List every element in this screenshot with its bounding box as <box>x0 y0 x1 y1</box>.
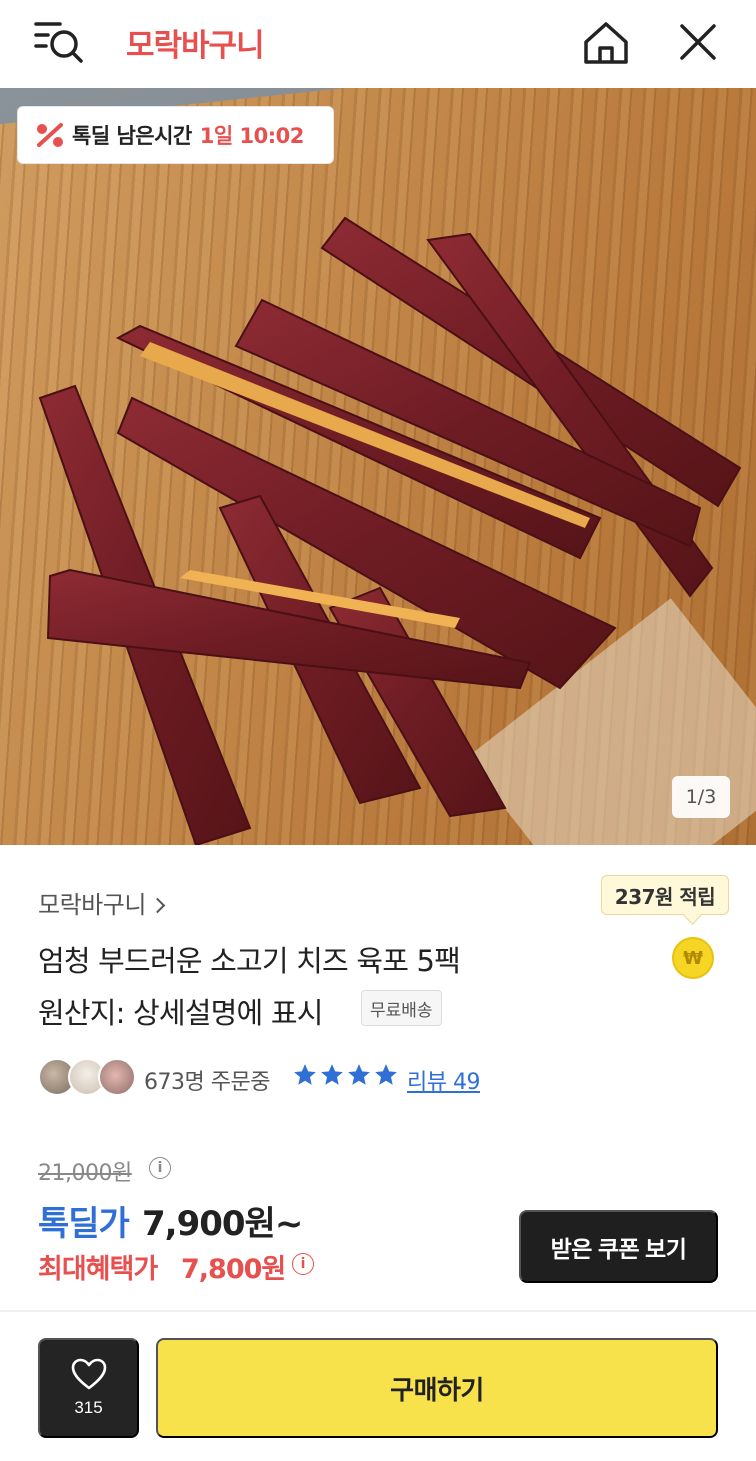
search-menu-icon[interactable] <box>30 18 86 68</box>
star-icon <box>348 1064 370 1085</box>
star-icon <box>321 1064 343 1085</box>
top-header: 모락바구니 <box>0 0 756 88</box>
home-icon[interactable] <box>582 20 630 66</box>
star-icon <box>375 1064 397 1085</box>
seller-link[interactable]: 모락바구니 <box>38 885 166 920</box>
deal-timer-label: 톡딜 남은시간 <box>72 124 192 148</box>
coin-icon: ₩ <box>672 937 714 979</box>
buyer-avatars <box>38 1058 138 1098</box>
info-icon: i <box>292 1253 314 1275</box>
product-image-carousel[interactable]: 1/3 <box>0 88 756 845</box>
deal-price: 7,900원~ <box>142 1204 303 1244</box>
seller-name: 모락바구니 <box>38 891 146 919</box>
info-icon: i <box>149 1157 171 1179</box>
jerky-image <box>38 216 742 845</box>
divider <box>0 1310 756 1312</box>
rating-stars <box>292 1062 400 1088</box>
buy-button[interactable]: 구매하기 <box>156 1338 718 1438</box>
deal-timer-badge: 톡딜 남은시간 1일 10:02 <box>17 106 334 164</box>
star-icon <box>294 1064 316 1085</box>
points-reward-tag: 237원 적립 <box>601 875 729 915</box>
image-page-indicator: 1/3 <box>672 776 730 818</box>
review-link[interactable]: 리뷰 49 <box>407 1064 480 1096</box>
deal-price-label: 톡딜가 <box>38 1204 130 1244</box>
percent-deal-icon <box>37 123 63 147</box>
product-origin: 원산지: 상세설명에 표시 <box>38 996 323 1030</box>
product-title: 엄청 부드러운 소고기 치즈 육포 5팩 <box>38 944 461 978</box>
original-price: 21,000원 <box>38 1161 132 1186</box>
like-count: 315 <box>74 1398 103 1417</box>
free-shipping-badge: 무료배송 <box>361 990 442 1026</box>
max-benefit-price: 7,800원 <box>181 1254 286 1285</box>
original-price-info[interactable]: i <box>149 1157 171 1179</box>
deal-timer-value: 1일 10:02 <box>199 124 305 148</box>
avatar <box>98 1058 136 1096</box>
heart-icon <box>71 1358 106 1390</box>
view-coupons-button[interactable]: 받은 쿠폰 보기 <box>519 1210 718 1283</box>
chevron-right-icon <box>149 897 166 914</box>
brand-title[interactable]: 모락바구니 <box>126 20 265 65</box>
order-count: 673명 주문중 <box>144 1070 270 1095</box>
like-button[interactable]: 315 <box>38 1338 139 1438</box>
max-benefit-label: 최대혜택가 <box>38 1254 158 1285</box>
max-benefit-info[interactable]: i <box>292 1253 314 1275</box>
close-icon[interactable] <box>676 22 720 64</box>
